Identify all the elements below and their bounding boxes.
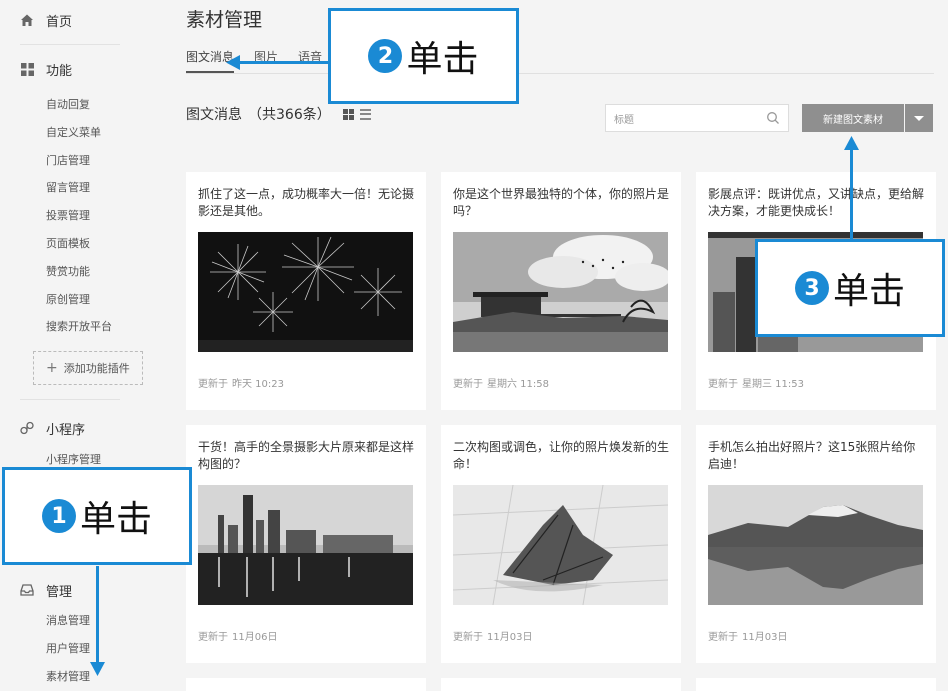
sidebar-group-label: 小程序: [46, 422, 86, 438]
arrow-head-icon: [844, 136, 859, 150]
list-header: 图文消息 （共366条）: [186, 104, 371, 124]
sidebar-group-label: 管理: [46, 584, 73, 600]
card-title: 二次构图或调色，让你的照片焕发新的生命！: [453, 440, 670, 471]
list-title: 图文消息: [186, 107, 242, 123]
card-thumbnail: [198, 485, 413, 605]
article-card[interactable]: 二次构图或调色，让你的照片焕发新的生命！ 更新于 11月03日: [441, 425, 681, 663]
card-thumbnail: [453, 485, 668, 605]
chevron-down-icon: [914, 115, 924, 121]
item-count: （共366条）: [248, 107, 331, 123]
miniprogram-icon: [20, 421, 34, 435]
card-updated-time: 更新于 昨天 10:23: [198, 379, 284, 390]
card-thumbnail: [708, 485, 923, 605]
callout-arrow: [238, 61, 330, 64]
card-thumbnail: [453, 232, 668, 352]
sidebar-item-custom-menu[interactable]: 自定义菜单: [0, 119, 160, 147]
article-card[interactable]: [441, 678, 681, 691]
sidebar-item-user-manage[interactable]: 用户管理: [0, 635, 160, 663]
divider: [20, 44, 120, 45]
sidebar-group-label: 功能: [46, 63, 73, 79]
sidebar-item-message-manage[interactable]: 消息管理: [0, 607, 160, 635]
main-content: 素材管理 图文消息 图片 语音 图文消息 （共366条） 标题 新建图文素材 抓…: [160, 0, 948, 691]
card-thumbnail: [198, 232, 413, 352]
callout-step-2: 2 单击: [328, 8, 519, 104]
sidebar-item-page-template[interactable]: 页面模板: [0, 230, 160, 258]
article-card[interactable]: 你是这个世界最独特的个体，你的照片是吗？ 更新于 星期六 11:58: [441, 172, 681, 410]
search-icon[interactable]: [766, 111, 780, 125]
plus-icon: +: [46, 360, 58, 377]
sidebar-item-vote[interactable]: 投票管理: [0, 202, 160, 230]
new-dropdown-button[interactable]: [905, 104, 933, 132]
card-title: 干货！高手的全景摄影大片原来都是这样构图的？: [198, 440, 415, 471]
callout-step-3: 3 单击: [755, 239, 945, 337]
article-card[interactable]: [696, 678, 936, 691]
sidebar-item-comments[interactable]: 留言管理: [0, 174, 160, 202]
article-card[interactable]: 抓住了这一点，成功概率大一倍！无论摄影还是其他。 更新于 昨天 10:23: [186, 172, 426, 410]
card-updated-time: 更新于 11月06日: [198, 632, 278, 643]
sidebar-item-label: 首页: [46, 14, 73, 30]
sidebar-item-reward[interactable]: 赞赏功能: [0, 258, 160, 286]
card-updated-time: 更新于 星期六 11:58: [453, 379, 549, 390]
arrow-head-icon: [226, 55, 240, 70]
sidebar-item-material-manage[interactable]: 素材管理: [0, 663, 160, 691]
sidebar-item-home[interactable]: 首页: [0, 2, 160, 38]
article-card[interactable]: 干货！高手的全景摄影大片原来都是这样构图的？ 更新于 11月06日: [186, 425, 426, 663]
card-title: 手机怎么拍出好照片？这15张照片给你启迪！: [708, 440, 916, 471]
search-input[interactable]: 标题: [605, 104, 789, 132]
divider: [186, 73, 934, 74]
sidebar-group-features[interactable]: 功能: [0, 51, 160, 87]
new-article-button[interactable]: 新建图文素材: [802, 104, 904, 132]
arrow-head-icon: [90, 662, 105, 676]
sidebar: 首页 功能 自动回复 自定义菜单 门店管理 留言管理 投票管理 页面模板 赞赏功…: [0, 0, 160, 691]
article-card[interactable]: [186, 678, 426, 691]
sidebar-group-miniprogram[interactable]: 小程序: [0, 410, 160, 446]
card-updated-time: 更新于 11月03日: [453, 632, 533, 643]
sidebar-item-auto-reply[interactable]: 自动回复: [0, 91, 160, 119]
card-title: 影展点评：既讲优点，又讲缺点，更给解决方案，才能更快成长！: [708, 187, 925, 218]
article-card[interactable]: 手机怎么拍出好照片？这15张照片给你启迪！ 更新于 11月03日: [696, 425, 936, 663]
card-updated-time: 更新于 11月03日: [708, 632, 788, 643]
divider: [20, 399, 120, 401]
callout-arrow: [96, 566, 99, 666]
sidebar-item-original[interactable]: 原创管理: [0, 286, 160, 314]
sidebar-item-store[interactable]: 门店管理: [0, 147, 160, 175]
card-title: 抓住了这一点，成功概率大一倍！无论摄影还是其他。: [198, 187, 415, 218]
home-icon: [20, 13, 34, 27]
sidebar-item-search-platform[interactable]: 搜索开放平台: [0, 313, 160, 341]
callout-arrow: [850, 148, 853, 242]
list-view-icon[interactable]: [359, 108, 371, 120]
grid-view-icon[interactable]: [342, 108, 354, 120]
add-plugin-button[interactable]: + 添加功能插件: [33, 351, 143, 386]
card-title: 你是这个世界最独特的个体，你的照片是吗？: [453, 187, 670, 218]
page-title: 素材管理: [186, 9, 263, 31]
callout-step-1: 1 单击: [2, 467, 192, 565]
grid-icon: [20, 62, 34, 76]
inbox-icon: [20, 583, 34, 597]
card-updated-time: 更新于 星期三 11:53: [708, 379, 804, 390]
sidebar-group-manage[interactable]: 管理: [0, 572, 72, 608]
